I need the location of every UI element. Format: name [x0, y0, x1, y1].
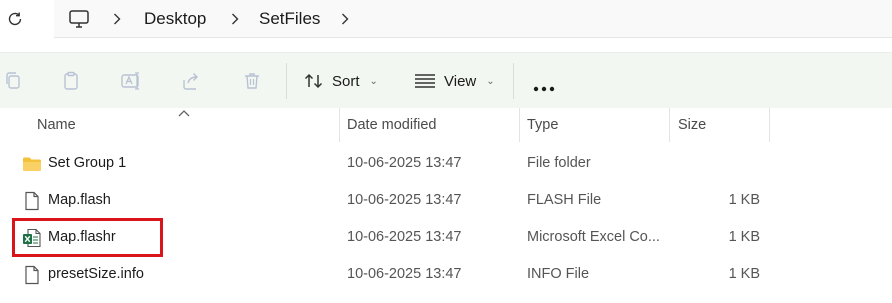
file-icon — [22, 191, 42, 211]
file-date: 10-06-2025 13:47 — [347, 229, 462, 245]
breadcrumb-item-setfiles[interactable]: SetFiles — [259, 9, 320, 29]
column-headers: Name Date modified Type Size — [0, 108, 892, 142]
highlight-box — [12, 218, 163, 257]
file-icon — [22, 265, 42, 285]
file-date: 10-06-2025 13:47 — [347, 192, 462, 208]
sort-button[interactable]: Sort ⌄ — [304, 67, 378, 95]
paste-icon[interactable] — [60, 70, 82, 92]
computer-icon[interactable] — [68, 8, 90, 30]
delete-icon[interactable] — [241, 70, 263, 92]
file-type: Microsoft Excel Co... — [527, 229, 660, 245]
column-header-date[interactable]: Date modified — [347, 117, 436, 133]
chevron-down-icon: ⌄ — [369, 75, 378, 87]
file-name[interactable]: presetSize.info — [48, 266, 144, 282]
command-bar: Sort ⌄ View ⌄ — [0, 52, 892, 108]
column-header-size[interactable]: Size — [678, 117, 706, 133]
file-row[interactable]: Set Group 1 10-06-2025 13:47 File folder — [0, 146, 892, 182]
more-icon[interactable] — [532, 79, 556, 92]
file-name[interactable]: Set Group 1 — [48, 155, 126, 171]
column-divider[interactable] — [339, 108, 340, 142]
column-divider[interactable] — [769, 108, 770, 142]
file-type: File folder — [527, 155, 591, 171]
column-divider[interactable] — [669, 108, 670, 142]
file-type: INFO File — [527, 266, 590, 282]
file-date: 10-06-2025 13:47 — [347, 155, 462, 171]
folder-icon — [22, 154, 42, 174]
file-type: FLASH File — [527, 192, 602, 208]
refresh-icon[interactable] — [4, 8, 26, 30]
sort-icon — [304, 73, 323, 89]
file-size: 1 KB — [728, 229, 760, 245]
file-size: 1 KB — [728, 192, 760, 208]
file-row[interactable]: presetSize.info 10-06-2025 13:47 INFO Fi… — [0, 257, 892, 293]
view-button[interactable]: View ⌄ — [414, 67, 495, 95]
column-header-name[interactable]: Name — [37, 117, 76, 133]
chevron-down-icon: ⌄ — [486, 75, 495, 87]
column-header-type[interactable]: Type — [527, 117, 558, 133]
file-row[interactable]: Map.flash 10-06-2025 13:47 FLASH File 1 … — [0, 183, 892, 219]
share-icon[interactable] — [180, 70, 202, 92]
file-date: 10-06-2025 13:47 — [347, 266, 462, 282]
rename-icon[interactable] — [120, 70, 142, 92]
column-divider[interactable] — [519, 108, 520, 142]
view-label: View — [444, 72, 477, 90]
file-size: 1 KB — [728, 266, 760, 282]
breadcrumb-item-desktop[interactable]: Desktop — [144, 9, 206, 29]
copy-icon[interactable] — [2, 70, 24, 92]
file-name[interactable]: Map.flash — [48, 192, 111, 208]
chevron-right-icon[interactable] — [228, 10, 242, 28]
toolbar-divider — [513, 63, 514, 99]
sort-label: Sort — [332, 72, 360, 90]
chevron-right-icon[interactable] — [338, 10, 352, 28]
toolbar-divider — [286, 63, 287, 99]
chevron-right-icon[interactable] — [110, 10, 124, 28]
view-icon — [415, 74, 435, 88]
address-bar-row: Desktop SetFiles — [0, 0, 892, 40]
